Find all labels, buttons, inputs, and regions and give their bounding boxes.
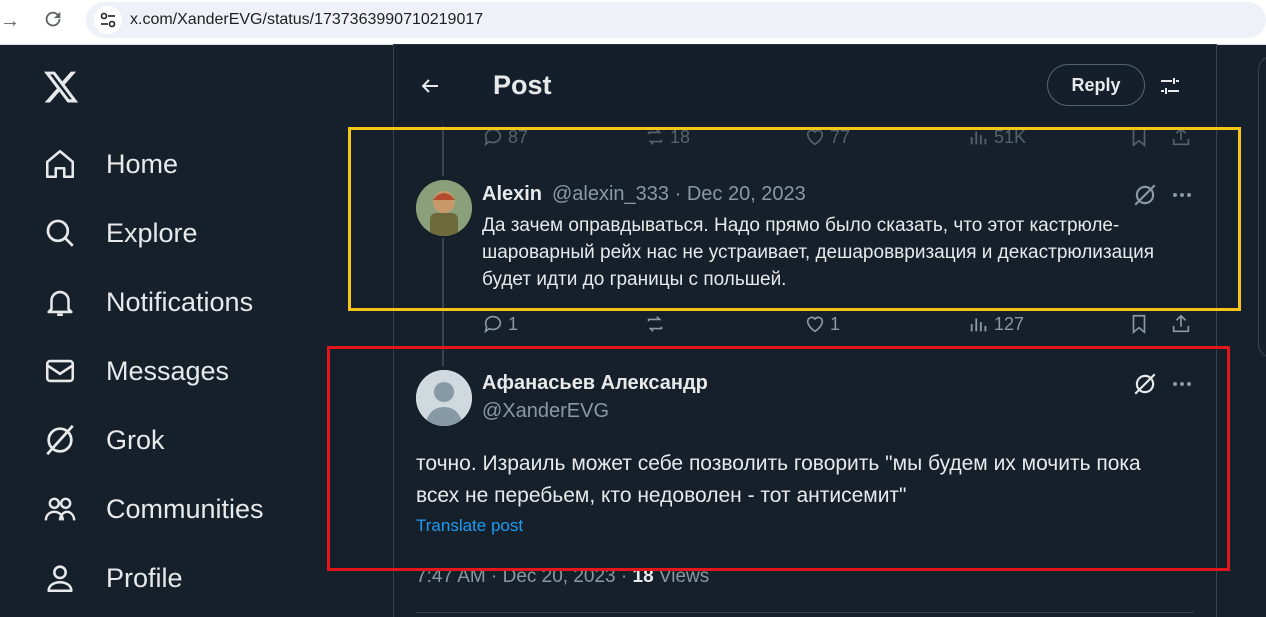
comment-icon [484, 315, 502, 334]
person-icon [40, 558, 80, 598]
bookmark-action[interactable] [1128, 313, 1154, 335]
home-icon [40, 144, 80, 184]
share-icon [1172, 314, 1190, 333]
reload-icon[interactable] [42, 8, 64, 30]
sidebar-item-communities[interactable]: Communities [40, 489, 264, 529]
people-icon [40, 489, 80, 529]
right-sidebar-panel [1258, 56, 1266, 358]
browser-toolbar: → x.com/XanderEVG/status/173736399071021… [0, 0, 1266, 45]
highlight-box-red [327, 346, 1230, 571]
reply-action[interactable]: 1 [482, 313, 518, 335]
views-action[interactable]: 127 [968, 313, 1024, 335]
post-actions: 1 1 127 [482, 313, 1194, 337]
sidebar-item-label: Communities [106, 493, 264, 524]
url-text[interactable]: x.com/XanderEVG/status/17373639907102190… [130, 11, 483, 29]
x-logo-icon[interactable] [42, 68, 80, 106]
sidebar-item-label: Profile [106, 562, 183, 593]
sidebar-item-label: Home [106, 148, 179, 179]
grok-icon [40, 420, 80, 460]
site-info-icon[interactable] [94, 6, 122, 34]
search-icon [40, 213, 80, 253]
sidebar-item-notifications[interactable]: Notifications [40, 282, 253, 322]
envelope-icon [40, 351, 80, 391]
divider [416, 612, 1194, 613]
reply-count: 1 [508, 313, 519, 334]
back-arrow-icon[interactable] [418, 74, 442, 98]
share-action[interactable] [1170, 313, 1196, 335]
highlight-box-yellow [348, 127, 1241, 311]
like-count: 1 [830, 313, 841, 334]
views-icon [970, 318, 987, 332]
sidebar-item-label: Explore [106, 217, 198, 248]
sidebar-item-label: Messages [106, 355, 230, 386]
browser-back-icon[interactable]: → [0, 10, 20, 33]
sidebar-item-grok[interactable]: Grok [40, 420, 165, 460]
address-bar[interactable]: x.com/XanderEVG/status/17373639907102190… [86, 2, 1266, 38]
sidebar-item-profile[interactable]: Profile [40, 558, 183, 598]
sidebar-item-home[interactable]: Home [40, 144, 178, 184]
settings-sliders-icon[interactable] [1158, 74, 1182, 98]
repost-icon [647, 316, 663, 332]
post-header: Post Reply [394, 44, 1216, 126]
sidebar-item-explore[interactable]: Explore [40, 213, 198, 253]
like-action[interactable]: 1 [804, 313, 840, 335]
bell-icon [40, 282, 80, 322]
sidebar-item-label: Grok [106, 424, 165, 455]
heart-icon [806, 316, 824, 333]
sidebar-item-messages[interactable]: Messages [40, 351, 229, 391]
reply-button[interactable]: Reply [1047, 64, 1145, 106]
repost-action[interactable] [644, 313, 670, 335]
page-title: Post [493, 70, 552, 100]
views-count: 127 [994, 313, 1025, 334]
bookmark-icon [1132, 314, 1146, 335]
sidebar-item-label: Notifications [106, 286, 254, 317]
